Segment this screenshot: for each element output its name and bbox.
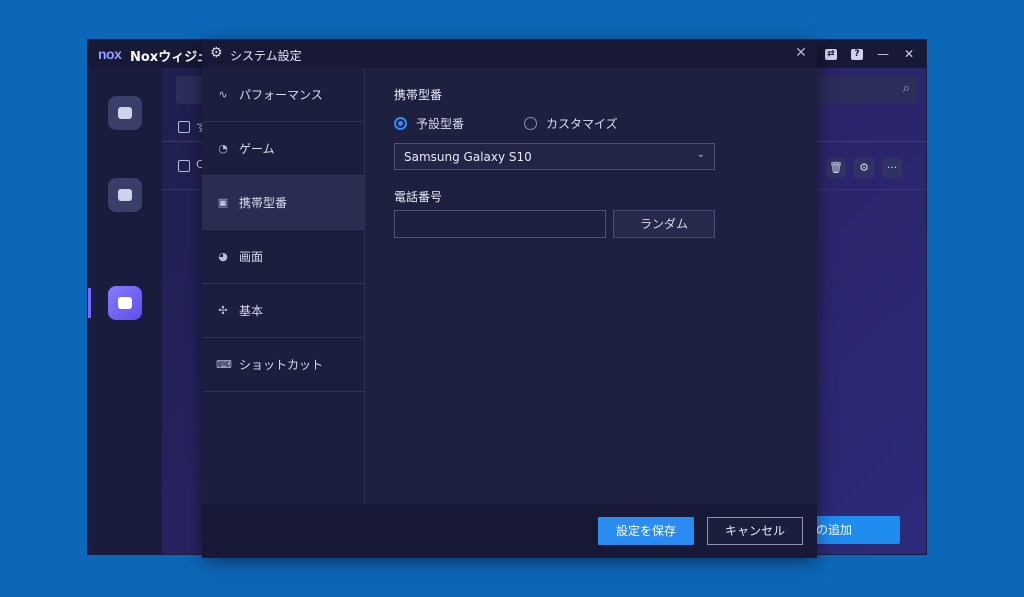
nox-app-title: Noxウィジュ [130, 50, 202, 65]
dialog-title: システム設定 [230, 49, 302, 63]
cancel-button[interactable]: キャンセル [707, 517, 803, 545]
close-icon[interactable]: ✕ [793, 45, 809, 61]
radio-custom-indicator[interactable] [524, 117, 537, 130]
phone-model-select[interactable]: Samsung Galaxy S10 ⌄ [394, 143, 715, 170]
nox-logo: nox [98, 46, 122, 62]
nav-item-display[interactable]: ◕ 画面 [202, 230, 365, 284]
pulse-icon: ∿ [218, 88, 228, 101]
active-sidebar-marker [88, 288, 91, 318]
add-instance-label: の追加 [815, 523, 852, 537]
more-icon[interactable]: ··· [882, 158, 902, 178]
radio-preset-label: 予設型番 [416, 117, 465, 131]
random-button[interactable]: ランダム [613, 210, 715, 238]
nav-item-label: 携帯型番 [239, 196, 288, 210]
puzzle-icon: ✣ [218, 304, 228, 317]
nox-window-controls: ⇄ ? — ✕ [822, 45, 918, 63]
nav-item-performance[interactable]: ∿ パフォーマンス [202, 68, 365, 122]
search-icon[interactable]: ⌕ [903, 81, 910, 96]
phone-number-label: 電話番号 [394, 190, 443, 204]
nav-item-game[interactable]: ◔ ゲーム [202, 122, 365, 176]
nav-item-label: ショットカット [239, 358, 324, 372]
gear-icon: ⚙ [210, 45, 223, 61]
phone-model-value: Samsung Galaxy S10 [404, 149, 532, 164]
multi-instance-icon[interactable] [108, 286, 142, 320]
nav-item-label: 画面 [239, 250, 264, 264]
radio-custom-label: カスタマイズ [546, 117, 618, 131]
system-settings-dialog: ⚙ システム設定 ✕ ∿ パフォーマンス ◔ ゲーム ▣ 携帯型番 ◕ 画面 ✣… [202, 40, 817, 558]
phone-icon: ▣ [217, 196, 229, 209]
phone-number-input[interactable] [394, 210, 606, 238]
settings-content: 携帯型番 予設型番 カスタマイズ Samsung Galaxy S10 ⌄ 電話… [366, 68, 817, 504]
app-store-icon[interactable] [108, 178, 142, 212]
app-folder-icon[interactable] [108, 96, 142, 130]
palette-icon: ◕ [218, 250, 228, 263]
keyboard-icon: ⌨ [216, 358, 232, 371]
model-section-label: 携帯型番 [394, 88, 443, 102]
question-icon[interactable]: ? [848, 45, 866, 63]
settings-nav: ∿ パフォーマンス ◔ ゲーム ▣ 携帯型番 ◕ 画面 ✣ 基本 ⌨ ショットカ… [202, 68, 365, 504]
gamepad-icon: ◔ [218, 142, 228, 155]
nox-sidebar [88, 68, 162, 554]
dialog-footer: 設定を保存 キャンセル [202, 504, 817, 558]
instance-checkbox[interactable] [178, 160, 190, 172]
nav-item-basic[interactable]: ✣ 基本 [202, 284, 365, 338]
save-settings-button[interactable]: 設定を保存 [598, 517, 694, 545]
radio-custom-model[interactable]: カスタマイズ [524, 115, 618, 132]
nav-item-label: 基本 [239, 304, 264, 318]
minimize-icon[interactable]: — [874, 45, 892, 63]
nav-item-label: ゲーム [239, 142, 275, 156]
window-icon[interactable]: ⇄ [822, 45, 840, 63]
nav-item-label: パフォーマンス [239, 88, 323, 102]
select-all-checkbox[interactable] [178, 121, 190, 133]
radio-preset-indicator[interactable] [394, 117, 407, 130]
nav-item-phone-model[interactable]: ▣ 携帯型番 [202, 176, 365, 230]
instance-row-actions: 🗑 ⚙ ··· [826, 158, 902, 178]
delete-icon[interactable]: 🗑 [826, 158, 846, 178]
gear-icon[interactable]: ⚙ [854, 158, 874, 178]
nav-item-shortcut[interactable]: ⌨ ショットカット [202, 338, 365, 392]
radio-preset-model[interactable]: 予設型番 [394, 115, 464, 132]
dialog-titlebar: ⚙ システム設定 ✕ [202, 40, 817, 68]
chevron-down-icon: ⌄ [696, 149, 705, 160]
close-icon[interactable]: ✕ [900, 45, 918, 63]
